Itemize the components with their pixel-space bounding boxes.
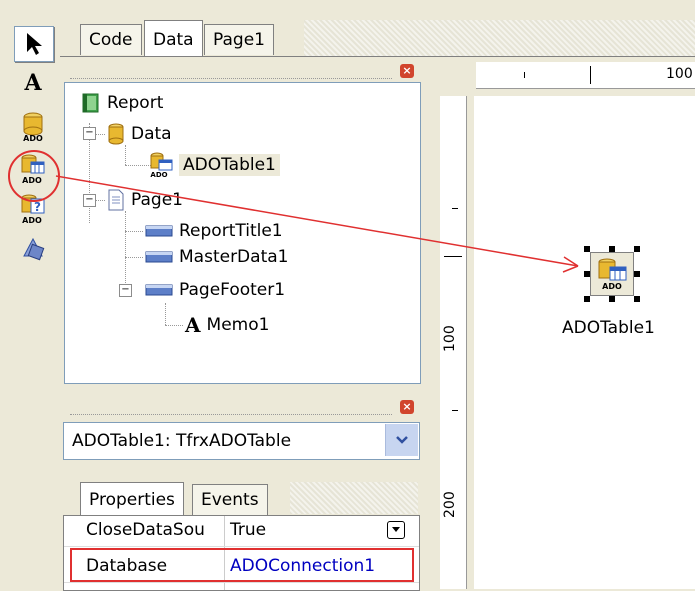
drag-arrow xyxy=(55,175,579,273)
